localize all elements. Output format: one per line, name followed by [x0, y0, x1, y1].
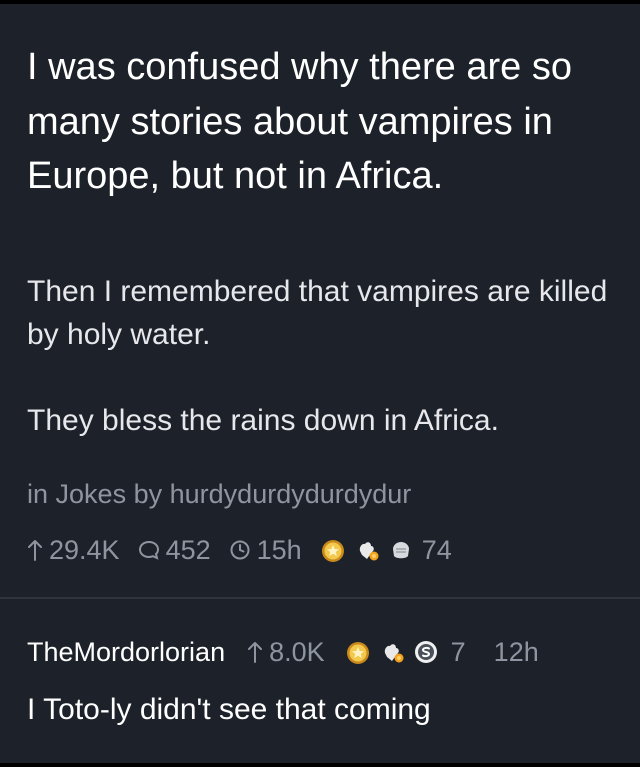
reddit-post-screen: I was confused why there are so many sto… — [0, 4, 640, 763]
subreddit-link[interactable]: Jokes — [56, 479, 127, 509]
helpful-award-icon — [392, 542, 409, 559]
comment-author[interactable]: TheMordorlorian — [27, 637, 225, 668]
post-age: 15h — [256, 534, 302, 565]
gold-award-icon — [346, 642, 369, 664]
divider — [0, 597, 640, 599]
silver-award-icon — [414, 641, 437, 663]
upvote-stat[interactable]: 29.4K — [27, 535, 120, 566]
post-awards[interactable]: 74 — [320, 535, 452, 566]
wholesome-award-icon — [359, 542, 379, 561]
comment-bubble-icon — [138, 540, 159, 560]
post-attribution: in Jokes by hurdydurdydurdydur — [27, 474, 411, 514]
post-title[interactable]: I was confused why there are so many sto… — [27, 40, 627, 204]
post-body-paragraph: They bless the rains down in Africa. — [27, 404, 499, 437]
wholesome-award-icon — [384, 644, 404, 663]
in-label: in — [27, 479, 49, 509]
post-stats: 29.4K 452 15h 74 — [27, 530, 462, 570]
comments-stat[interactable]: 452 — [138, 535, 211, 566]
comment-score-stat[interactable]: 8.0K — [247, 637, 325, 668]
gold-award-icon — [321, 540, 344, 562]
comment-meta: TheMordorlorian 8.0K 7 12h — [27, 632, 539, 672]
comment-awards[interactable] — [345, 639, 439, 665]
post-awards-count: 74 — [421, 534, 452, 565]
post-comment-count: 452 — [165, 534, 211, 565]
upvote-arrow-icon[interactable] — [27, 538, 43, 562]
clock-icon — [230, 540, 250, 560]
comment-awards-count: 7 — [450, 636, 466, 667]
upvote-arrow-icon[interactable] — [247, 640, 263, 664]
age-stat: 15h — [229, 535, 302, 566]
comment-score: 8.0K — [269, 636, 325, 667]
comment-age: 12h — [493, 636, 539, 667]
post-score: 29.4K — [49, 534, 120, 565]
post-body-paragraph: Then I remembered that vampires are kill… — [27, 275, 608, 351]
author-link[interactable]: hurdydurdydurdydur — [170, 479, 412, 509]
by-label: by — [133, 479, 163, 509]
comment-body: I Toto-ly didn't see that coming — [27, 693, 431, 726]
